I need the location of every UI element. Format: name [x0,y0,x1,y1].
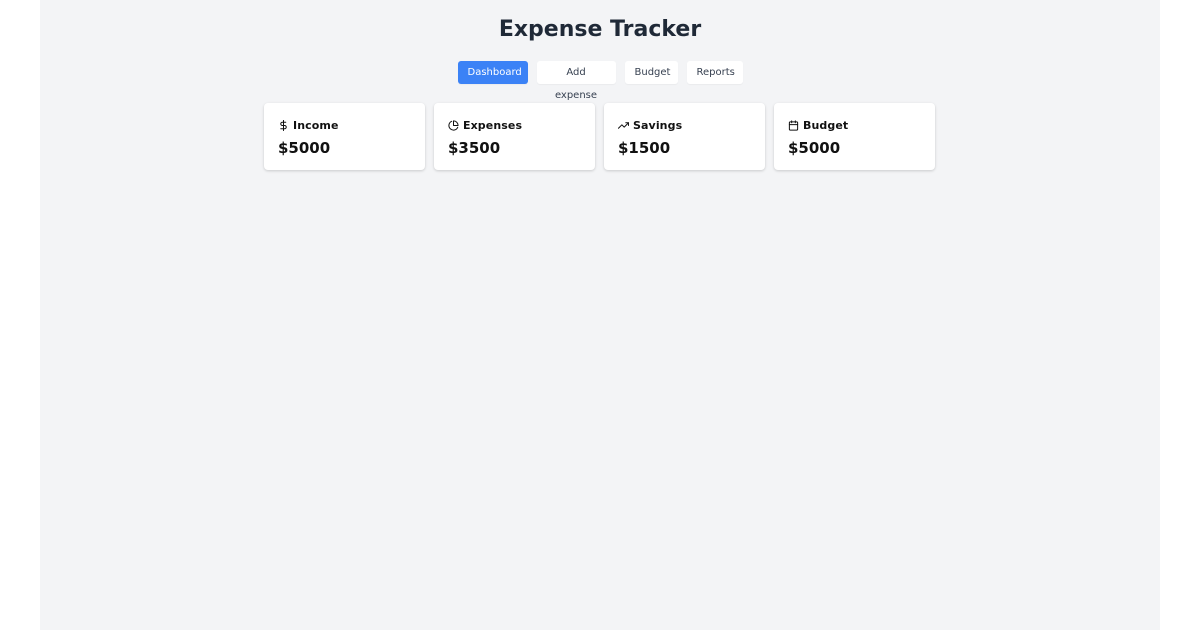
expenses-card: Expenses $3500 [434,103,595,170]
nav-budget-button[interactable]: Budget [624,61,678,84]
summary-cards: Income $5000 Expenses $3500 Savings $150… [264,103,935,170]
calendar-icon [788,119,799,131]
card-header: Budget [788,117,921,133]
pie-chart-icon [448,119,459,131]
dollar-icon [278,119,289,131]
card-label: Budget [803,118,849,132]
page-title: Expense Tracker [498,17,702,42]
card-header: Expenses [448,117,581,133]
card-label: Income [293,118,339,132]
card-value: $5000 [788,139,841,157]
nav-add-expense-button[interactable]: Add expense [536,61,616,101]
card-value: $3500 [448,139,501,157]
savings-card: Savings $1500 [604,103,765,170]
card-value: $1500 [618,139,671,157]
nav-dashboard-button[interactable]: Dashboard [457,61,528,84]
trending-up-icon [618,120,629,131]
app-container: Expense Tracker Dashboard Add expense Bu… [40,0,1160,630]
card-header: Savings [618,117,751,133]
nav-reports-button[interactable]: Reports [686,61,743,84]
card-value: $5000 [278,139,331,157]
card-label: Expenses [463,118,523,132]
card-header: Income [278,117,411,133]
card-label: Savings [633,118,683,132]
main-nav: Dashboard Add expense Budget Reports [40,61,1160,101]
budget-card: Budget $5000 [774,103,935,170]
income-card: Income $5000 [264,103,425,170]
